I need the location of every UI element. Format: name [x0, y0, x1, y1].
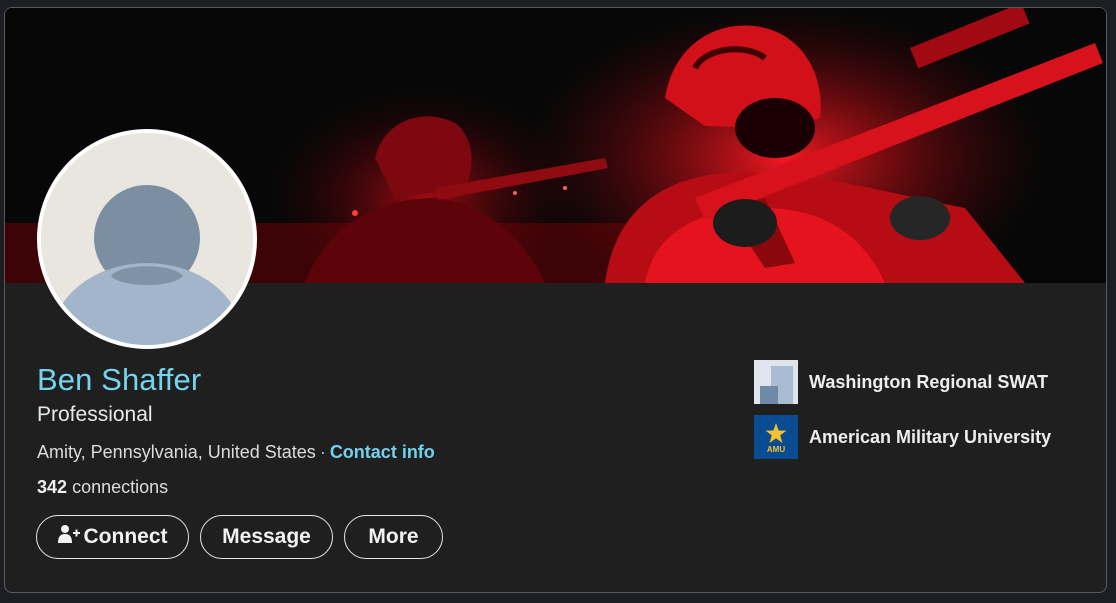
connect-button[interactable]: Connect — [36, 515, 189, 559]
profile-card: Ben Shaffer Professional Amity, Pennsylv… — [4, 7, 1107, 593]
profile-headline: Professional — [37, 403, 153, 426]
message-button[interactable]: Message — [200, 515, 333, 559]
org-name: Washington Regional SWAT — [809, 371, 1048, 392]
connect-label: Connect — [83, 525, 168, 548]
building-logo-icon — [754, 360, 798, 404]
organizations-list: Washington Regional SWAT AMU American Mi… — [754, 359, 1051, 469]
contact-info-link[interactable]: Contact info — [330, 442, 435, 462]
connections-number: 342 — [37, 477, 68, 497]
separator-dot: · — [319, 442, 326, 462]
profile-location: Amity, Pennsylvania, United States — [37, 442, 316, 462]
profile-actions: Connect Message More — [36, 515, 443, 559]
org-item-american-military-university[interactable]: AMU American Military University — [754, 414, 1051, 460]
location-row: Amity, Pennsylvania, United States · Conta… — [37, 442, 435, 463]
more-button[interactable]: More — [344, 515, 443, 559]
profile-name: Ben Shaffer — [37, 362, 202, 397]
svg-text:AMU: AMU — [767, 445, 785, 454]
org-item-washington-regional-swat[interactable]: Washington Regional SWAT — [754, 359, 1051, 405]
default-person-icon — [41, 133, 253, 345]
add-person-icon — [57, 524, 80, 550]
amu-logo-icon: AMU — [754, 415, 798, 459]
org-name: American Military University — [809, 426, 1052, 447]
profile-avatar[interactable] — [37, 129, 257, 349]
connections-label: connections — [72, 477, 169, 497]
connections-count[interactable]: 342 connections — [37, 477, 168, 498]
